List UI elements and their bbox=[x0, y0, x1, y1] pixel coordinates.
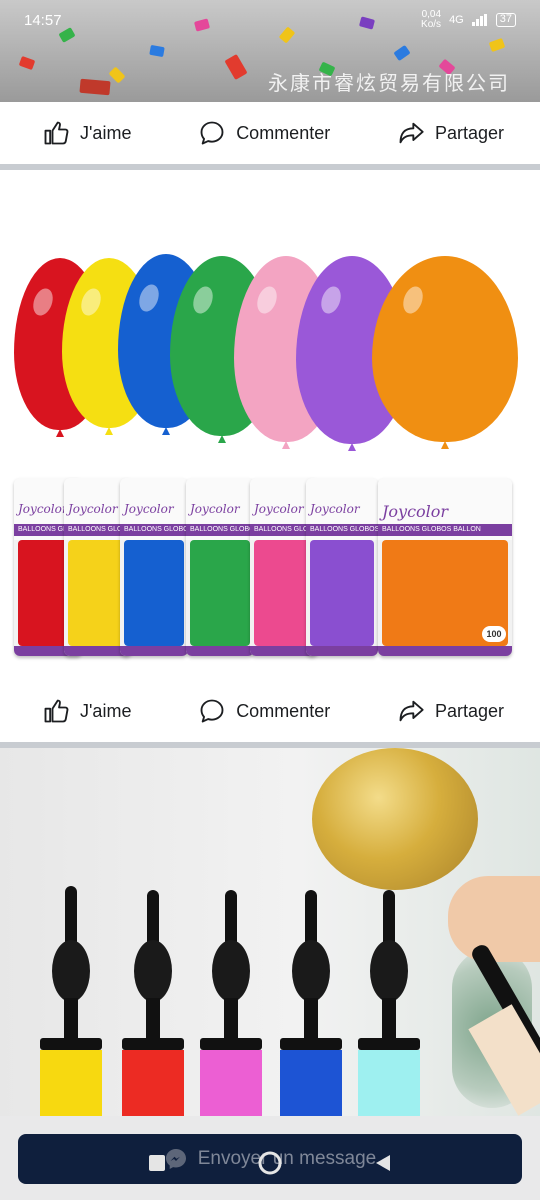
gold-balloon bbox=[312, 748, 478, 890]
pack-band: BALLOONS GLOBOS BALLON bbox=[186, 524, 254, 536]
back-button[interactable] bbox=[368, 1148, 398, 1178]
home-circle-icon bbox=[258, 1151, 282, 1175]
status-bar: 14:57 0,04 Ko/s 4G 37 bbox=[0, 0, 540, 40]
post-action-bar: J'aime Commenter Partager bbox=[0, 102, 540, 164]
back-triangle-icon bbox=[376, 1155, 391, 1171]
like-label: J'aime bbox=[80, 122, 132, 143]
pump-light-blue bbox=[358, 890, 420, 1116]
share-label: Partager bbox=[434, 122, 504, 143]
comment-bubble-icon bbox=[200, 121, 224, 145]
comment-label: Commenter bbox=[236, 122, 331, 143]
pack-brand: Joycolor bbox=[310, 502, 360, 516]
pack-brand: Joycolor bbox=[68, 502, 118, 516]
pack-brand: Joycolor bbox=[124, 502, 174, 516]
home-button[interactable] bbox=[255, 1148, 285, 1178]
share-button[interactable]: Partager bbox=[397, 119, 504, 147]
comment-button[interactable]: Commenter bbox=[198, 119, 330, 147]
network-type: 4G bbox=[449, 14, 464, 26]
balloon-pumps-image[interactable] bbox=[0, 748, 540, 1116]
battery-icon: 37 bbox=[495, 13, 516, 27]
share-label: Partager bbox=[434, 700, 504, 721]
confetti-piece bbox=[108, 66, 126, 84]
network-rate: 0,04 Ko/s bbox=[421, 10, 441, 30]
recent-apps-button[interactable] bbox=[142, 1148, 172, 1178]
share-arrow-icon bbox=[399, 700, 424, 722]
balloon-pack-blue: Joycolor BALLOONS GLOBOS BALLON bbox=[120, 478, 188, 656]
system-navigation-bar bbox=[0, 1140, 540, 1186]
confetti-piece bbox=[79, 78, 111, 96]
balloon-orange bbox=[372, 256, 518, 442]
comment-label: Commenter bbox=[236, 700, 331, 721]
post-action-bar: J'aime Commenter Partager bbox=[0, 680, 540, 742]
confetti-piece bbox=[393, 44, 411, 62]
pack-brand: Joycolor bbox=[254, 502, 304, 516]
like-button[interactable]: J'aime bbox=[42, 119, 131, 147]
comment-bubble-icon bbox=[200, 699, 224, 723]
pump-yellow bbox=[40, 886, 102, 1116]
thumbs-up-icon bbox=[44, 121, 69, 145]
hand bbox=[448, 876, 540, 962]
signal-icon bbox=[471, 14, 487, 26]
pack-band: BALLOONS GLOBOS BALLON bbox=[120, 524, 188, 536]
watermark-text: 永康市睿炫贸易有限公司 bbox=[268, 73, 510, 95]
pack-band: BALLOONS GLOBOS BALLON bbox=[378, 524, 512, 536]
pump-pink bbox=[200, 890, 262, 1116]
thumbs-up-icon bbox=[44, 699, 69, 723]
pack-brand: Joycolor bbox=[190, 502, 240, 516]
confetti-piece bbox=[224, 53, 248, 81]
post-divider bbox=[0, 164, 540, 170]
pump-red bbox=[122, 890, 184, 1116]
share-arrow-icon bbox=[399, 122, 424, 144]
like-button[interactable]: J'aime bbox=[42, 697, 131, 725]
like-label: J'aime bbox=[80, 700, 132, 721]
pack-count-badge: 100 bbox=[482, 626, 506, 642]
share-button[interactable]: Partager bbox=[397, 697, 504, 725]
comment-button[interactable]: Commenter bbox=[198, 697, 330, 725]
confetti-piece bbox=[488, 37, 506, 53]
pack-brand: Joycolor bbox=[18, 502, 68, 516]
balloon-pack-purple: Joycolor BALLOONS GLOBOS BALLON bbox=[306, 478, 378, 656]
pack-brand: Joycolor bbox=[382, 502, 449, 521]
pump-blue bbox=[280, 890, 342, 1116]
balloons-product-image[interactable]: Joycolor BALLOONS GLOBOS BALLON Joycolor… bbox=[0, 172, 540, 690]
network-rate-unit: Ko/s bbox=[421, 19, 442, 30]
confetti-banner-image[interactable]: 14:57 0,04 Ko/s 4G 37 永康市睿炫贸易有限公司 bbox=[0, 0, 540, 102]
confetti-piece bbox=[18, 55, 36, 71]
balloon-pack-orange: Joycolor BALLOONS GLOBOS BALLON 100 bbox=[378, 478, 512, 656]
recent-apps-icon bbox=[148, 1155, 165, 1171]
status-indicators: 0,04 Ko/s 4G 37 bbox=[421, 10, 516, 30]
confetti-piece bbox=[149, 44, 165, 58]
pack-band: BALLOONS GLOBOS BALLON bbox=[306, 524, 378, 536]
balloon-pack-green: Joycolor BALLOONS GLOBOS BALLON bbox=[186, 478, 254, 656]
status-time: 14:57 bbox=[24, 11, 62, 29]
